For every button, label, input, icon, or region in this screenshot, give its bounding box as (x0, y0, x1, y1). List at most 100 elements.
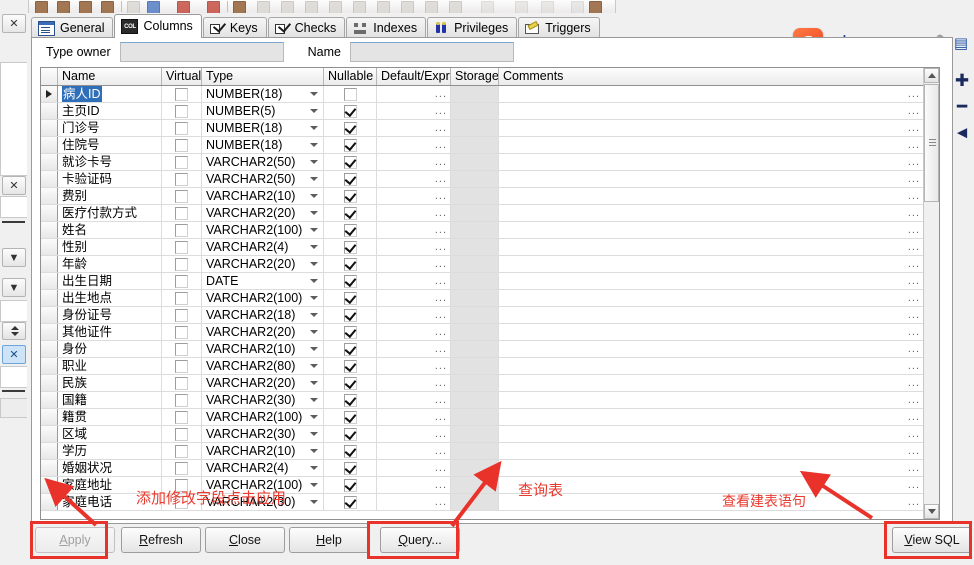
cell-column-name[interactable]: 主页ID (58, 103, 162, 119)
cell-comments[interactable]: ... (499, 222, 924, 238)
cell-storage[interactable] (451, 392, 499, 408)
cell-comments[interactable]: ... (499, 477, 924, 493)
ellipsis-button[interactable]: ... (908, 307, 920, 323)
cell-column-name[interactable]: 籍贯 (58, 409, 162, 425)
cell-comments[interactable]: ... (499, 358, 924, 374)
cell-data-type[interactable]: VARCHAR2(20) (202, 205, 324, 221)
close-icon[interactable]: ✕ (2, 176, 26, 195)
checkbox-icon[interactable] (175, 444, 188, 458)
left-side-field[interactable] (0, 196, 29, 218)
checkbox-icon[interactable] (343, 240, 357, 254)
cell-virtual-checkbox[interactable] (162, 273, 202, 289)
ellipsis-button[interactable]: ... (908, 443, 920, 459)
apply-button[interactable]: Apply (35, 527, 115, 553)
cell-storage[interactable] (451, 273, 499, 289)
ellipsis-button[interactable]: ... (435, 120, 447, 136)
cell-default-expression[interactable]: ... (377, 375, 451, 391)
cell-column-name[interactable]: 家庭地址 (58, 477, 162, 493)
ellipsis-button[interactable]: ... (435, 409, 447, 425)
chevron-down-icon[interactable] (310, 500, 318, 504)
cell-storage[interactable] (451, 341, 499, 357)
ellipsis-button[interactable]: ... (908, 477, 920, 493)
table-row[interactable]: 年龄 VARCHAR2(20)...... (41, 256, 939, 273)
cell-default-expression[interactable]: ... (377, 222, 451, 238)
cell-column-name[interactable]: 身份证号 (58, 307, 162, 323)
table-row[interactable]: 家庭电话 VARCHAR2(30)...... (41, 494, 939, 511)
cell-column-name[interactable]: 出生日期 (58, 273, 162, 289)
ellipsis-button[interactable]: ... (908, 460, 920, 476)
chevron-down-icon[interactable] (310, 449, 318, 453)
cell-column-name[interactable]: 区域 (58, 426, 162, 442)
tab-privileges[interactable]: Privileges (427, 17, 518, 38)
cell-column-name[interactable]: 婚姻状况 (58, 460, 162, 476)
chevron-down-icon[interactable] (310, 245, 318, 249)
scroll-down-button[interactable] (924, 504, 939, 519)
ellipsis-button[interactable]: ... (908, 290, 920, 306)
cell-column-name[interactable]: 病人ID (58, 86, 162, 102)
ellipsis-button[interactable]: ... (435, 290, 447, 306)
cell-storage[interactable] (451, 154, 499, 170)
cell-default-expression[interactable]: ... (377, 324, 451, 340)
cell-storage[interactable] (451, 171, 499, 187)
cell-nullable-checkbox[interactable] (324, 205, 377, 221)
cell-data-type[interactable]: NUMBER(18) (202, 137, 324, 153)
checkbox-icon[interactable] (343, 461, 357, 475)
close-icon[interactable]: ✕ (2, 14, 26, 33)
cell-column-name[interactable]: 民族 (58, 375, 162, 391)
cell-data-type[interactable]: VARCHAR2(30) (202, 392, 324, 408)
grid-menu-icon[interactable]: ▤ (954, 36, 968, 51)
ellipsis-button[interactable]: ... (908, 426, 920, 442)
left-side-field[interactable] (0, 300, 29, 322)
row-selector-cell[interactable] (41, 375, 58, 391)
chevron-down-icon[interactable] (310, 330, 318, 334)
cell-data-type[interactable]: VARCHAR2(20) (202, 324, 324, 340)
table-row[interactable]: 区域 VARCHAR2(30)...... (41, 426, 939, 443)
cell-nullable-checkbox[interactable] (324, 256, 377, 272)
cell-comments[interactable]: ... (499, 290, 924, 306)
cell-column-name[interactable]: 身份 (58, 341, 162, 357)
row-selector-cell[interactable] (41, 154, 58, 170)
row-selector-cell[interactable] (41, 460, 58, 476)
cell-default-expression[interactable]: ... (377, 477, 451, 493)
checkbox-icon[interactable] (343, 104, 357, 118)
tab-triggers[interactable]: Triggers (518, 17, 600, 38)
ellipsis-button[interactable]: ... (908, 358, 920, 374)
cell-comments[interactable]: ... (499, 256, 924, 272)
cell-virtual-checkbox[interactable] (162, 392, 202, 408)
cell-data-type[interactable]: VARCHAR2(100) (202, 409, 324, 425)
ellipsis-button[interactable]: ... (908, 256, 920, 272)
cell-data-type[interactable]: DATE (202, 273, 324, 289)
checkbox-icon[interactable] (343, 155, 357, 169)
cell-comments[interactable]: ... (499, 375, 924, 391)
cell-nullable-checkbox[interactable] (324, 171, 377, 187)
cell-nullable-checkbox[interactable] (324, 341, 377, 357)
checkbox-icon[interactable] (343, 478, 357, 492)
row-selector-cell[interactable] (41, 358, 58, 374)
cell-default-expression[interactable]: ... (377, 205, 451, 221)
checkbox-icon[interactable] (343, 189, 357, 203)
cell-nullable-checkbox[interactable] (324, 477, 377, 493)
cell-default-expression[interactable]: ... (377, 86, 451, 102)
ellipsis-button[interactable]: ... (435, 460, 447, 476)
cell-data-type[interactable]: NUMBER(18) (202, 86, 324, 102)
type-owner-input[interactable] (119, 42, 284, 62)
row-selector-cell[interactable] (41, 137, 58, 153)
row-selector-cell[interactable] (41, 103, 58, 119)
cell-virtual-checkbox[interactable] (162, 477, 202, 493)
checkbox-icon[interactable] (175, 189, 188, 203)
cell-column-name[interactable]: 费别 (58, 188, 162, 204)
cell-storage[interactable] (451, 409, 499, 425)
chevron-down-icon[interactable] (310, 415, 318, 419)
cell-virtual-checkbox[interactable] (162, 171, 202, 187)
table-row[interactable]: 主页ID NUMBER(5)...... (41, 103, 939, 120)
cell-data-type[interactable]: VARCHAR2(10) (202, 443, 324, 459)
cell-default-expression[interactable]: ... (377, 256, 451, 272)
ellipsis-button[interactable]: ... (435, 239, 447, 255)
grid-vertical-scrollbar[interactable] (923, 68, 939, 519)
ellipsis-button[interactable]: ... (908, 392, 920, 408)
cell-storage[interactable] (451, 375, 499, 391)
ellipsis-button[interactable]: ... (908, 86, 920, 102)
cell-column-name[interactable]: 卡验证码 (58, 171, 162, 187)
ellipsis-button[interactable]: ... (435, 477, 447, 493)
cell-default-expression[interactable]: ... (377, 239, 451, 255)
